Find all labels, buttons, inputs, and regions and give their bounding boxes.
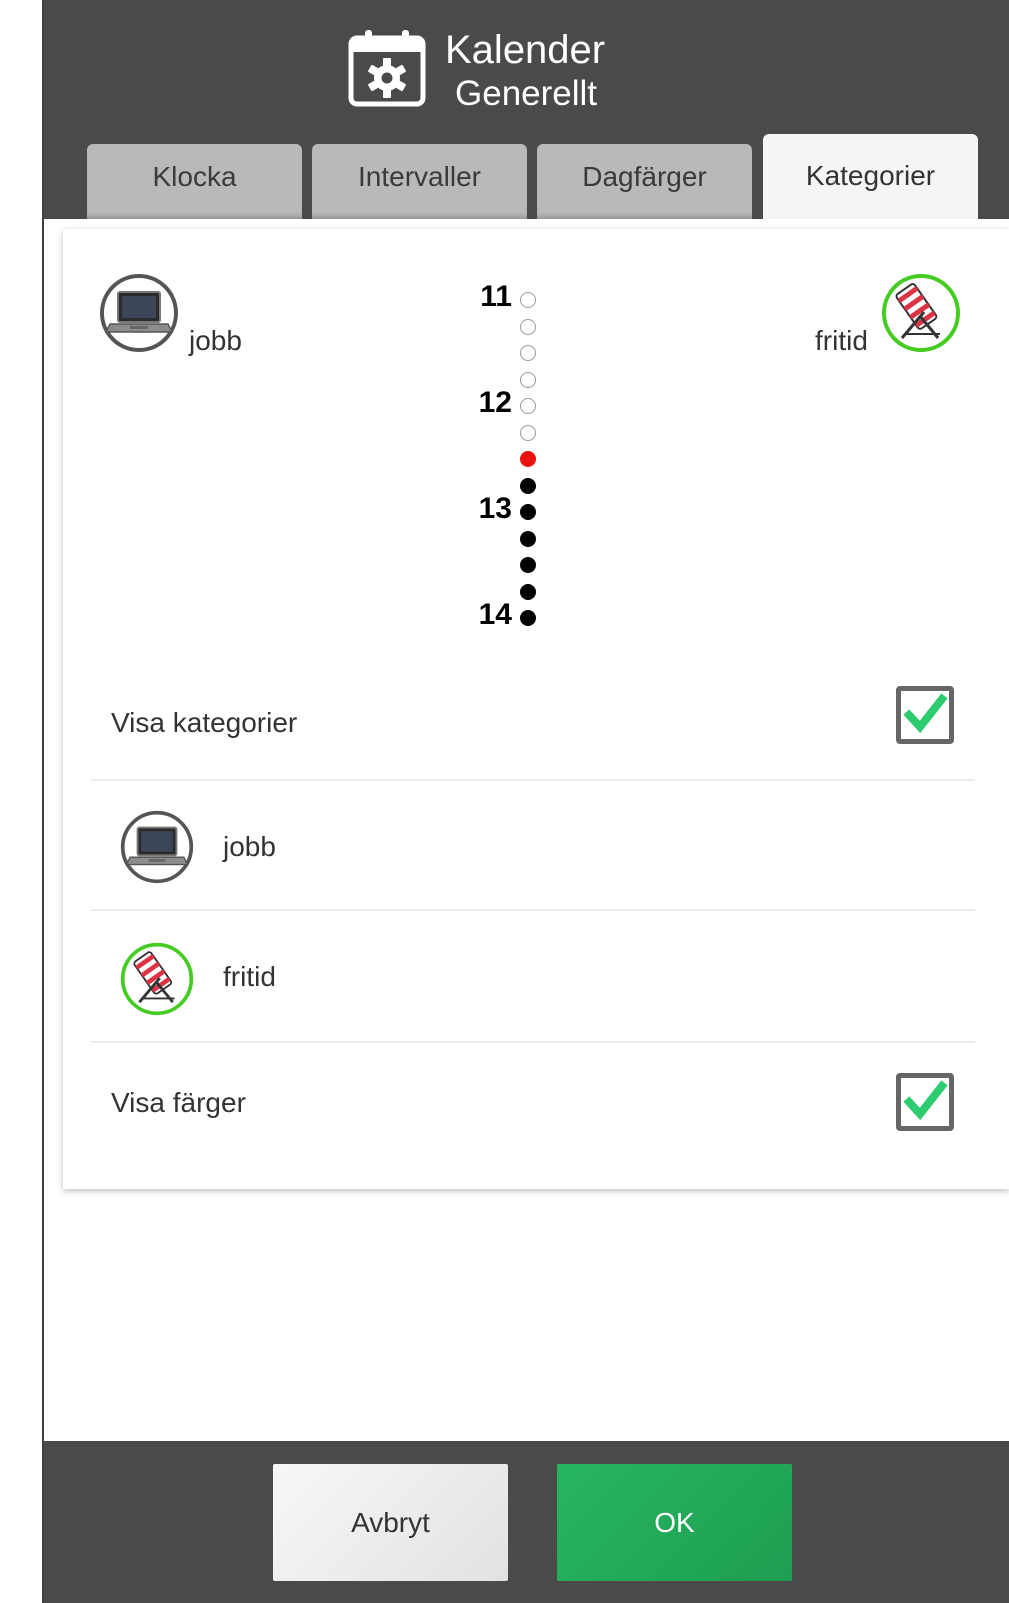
timeline-hour-label: 14 <box>478 598 512 631</box>
timeline-dot-empty <box>520 371 536 388</box>
timeline-dot-black <box>520 477 536 494</box>
category-row-jobb[interactable]: jobb <box>91 779 975 911</box>
preview-right-category-label: fritid <box>815 325 868 356</box>
dialog-footer: Avbryt OK <box>44 1441 1009 1603</box>
category-preview: jobb fritid 11 12 13 14 <box>63 229 1009 669</box>
preview-left-category-label: jobb <box>189 325 242 356</box>
dialog-title-text: Kalender <box>445 28 606 72</box>
show-colors-checkbox[interactable] <box>896 1073 954 1131</box>
deck-chair-icon <box>120 942 194 1016</box>
laptop-icon <box>120 810 194 884</box>
timeline-hour-label: 11 <box>480 280 512 313</box>
tab-intervaller[interactable]: Intervaller <box>312 144 527 219</box>
dialog-header: Kalender Generellt Klocka Intervaller Da… <box>44 0 1009 219</box>
show-colors-label: Visa färger <box>111 1087 246 1118</box>
timeline-dot-empty <box>520 398 536 414</box>
show-colors-row[interactable]: Visa färger <box>91 1041 975 1163</box>
checkmark-icon <box>903 1080 948 1121</box>
show-categories-row[interactable]: Visa kategorier <box>91 669 975 779</box>
timeline-dot-black <box>520 557 536 573</box>
timeline-dot-empty <box>520 318 536 335</box>
categories-card: jobb fritid 11 12 13 14 Visa kategorier … <box>63 229 1009 1189</box>
timeline-dot-empty <box>520 345 536 361</box>
timeline-dot-empty <box>520 292 536 308</box>
timeline-dot-black <box>520 504 536 520</box>
timeline-hour-label: 13 <box>478 492 512 525</box>
timeline-dot-black <box>520 610 536 626</box>
category-row-fritid[interactable]: fritid <box>91 909 975 1043</box>
timeline-dot-black <box>520 583 536 600</box>
tab-klocka[interactable]: Klocka <box>87 144 302 219</box>
laptop-icon <box>100 274 178 352</box>
dialog-subtitle-text: Generellt <box>455 74 598 113</box>
timeline-dot-red <box>520 451 536 467</box>
category-label-fritid: fritid <box>223 961 276 992</box>
calendar-settings-icon <box>348 30 426 107</box>
ok-button[interactable]: OK <box>557 1464 792 1581</box>
left-edge <box>0 0 42 1603</box>
tab-kategorier[interactable]: Kategorier <box>763 134 978 219</box>
dialog-title: Kalender Generellt <box>344 22 664 122</box>
show-categories-checkbox[interactable] <box>896 686 954 744</box>
timeline-hour-label: 12 <box>478 386 512 419</box>
show-categories-label: Visa kategorier <box>111 707 298 738</box>
deck-chair-icon <box>882 274 960 352</box>
timeline-dot-black <box>520 530 536 547</box>
cancel-button[interactable]: Avbryt <box>273 1464 508 1581</box>
timeline-dot-empty <box>520 424 536 441</box>
category-label-jobb: jobb <box>223 831 276 862</box>
tab-content: jobb fritid 11 12 13 14 Visa kategorier … <box>44 219 1009 1441</box>
tab-dagfarger[interactable]: Dagfärger <box>537 144 752 219</box>
checkmark-icon <box>903 693 948 734</box>
settings-dialog: Kalender Generellt Klocka Intervaller Da… <box>44 0 1009 1603</box>
